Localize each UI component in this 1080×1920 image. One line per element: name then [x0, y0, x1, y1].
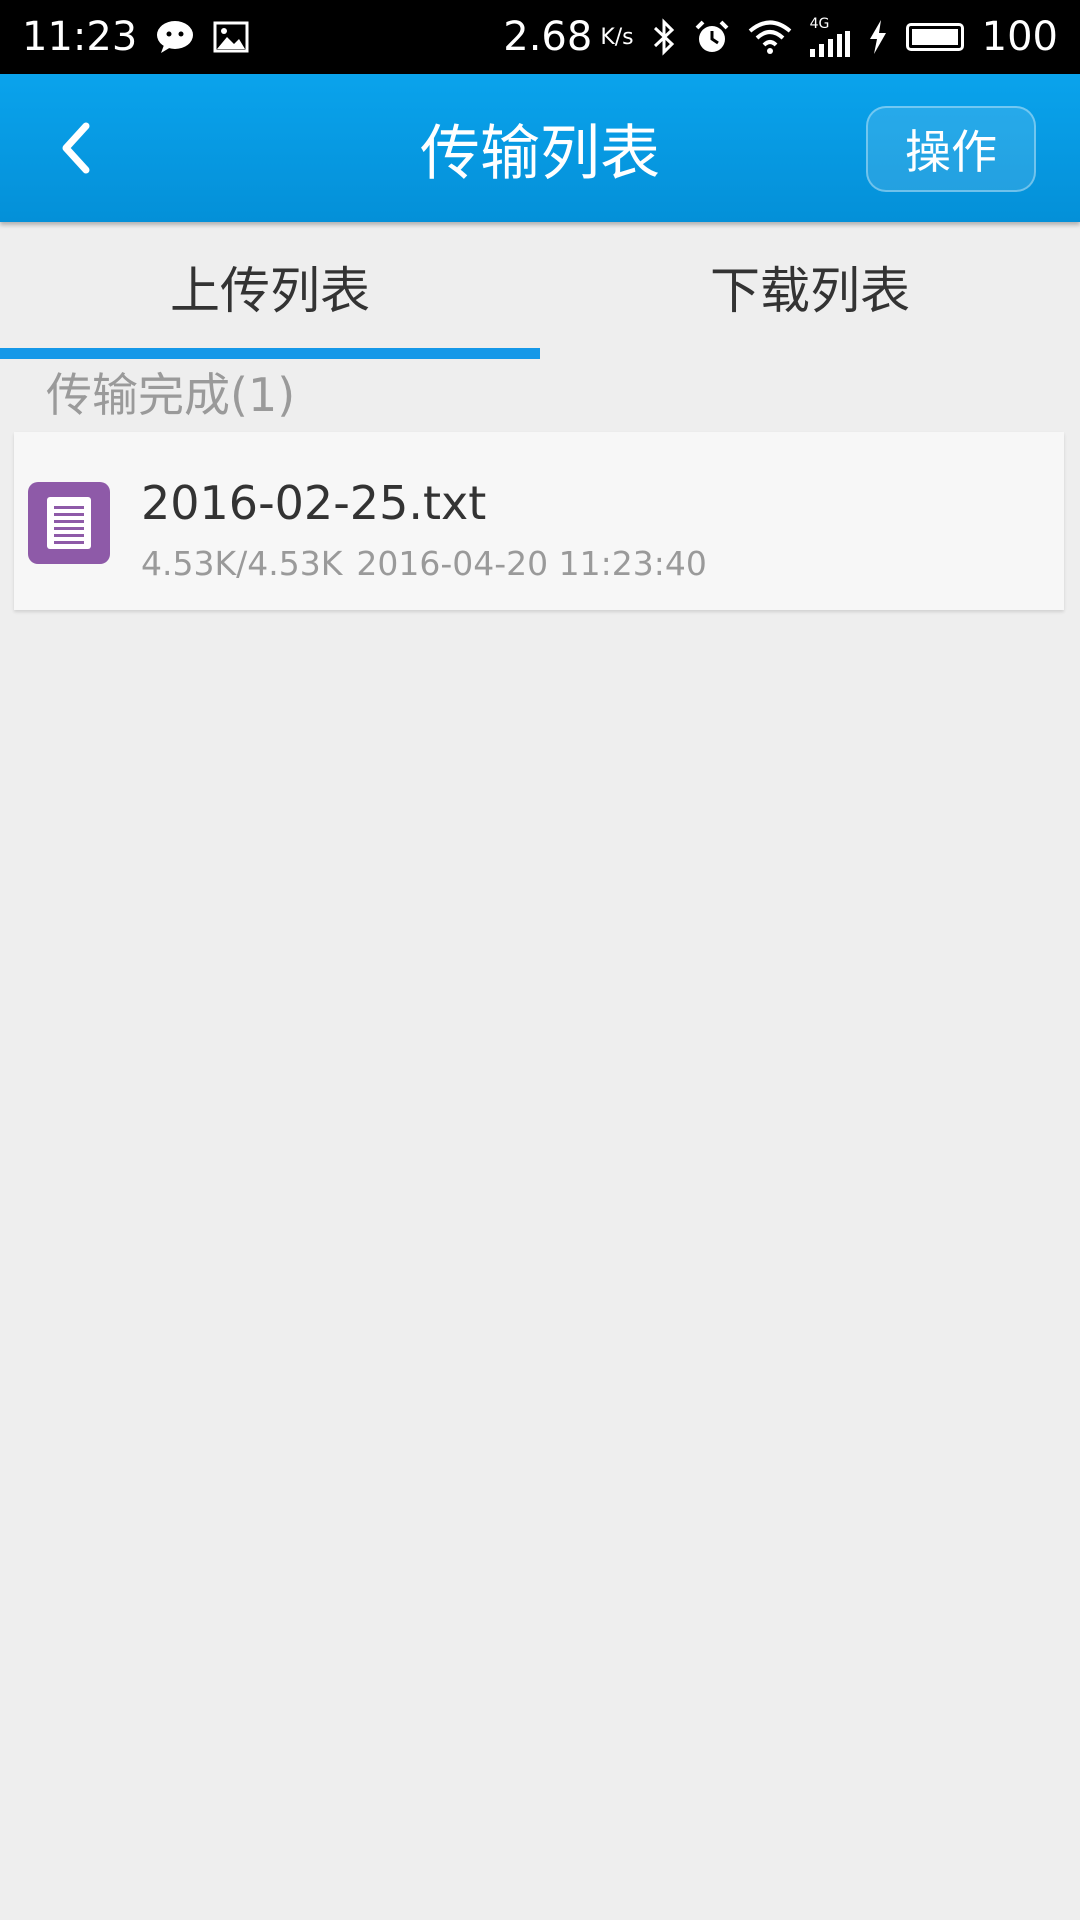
network-type: 4G — [809, 16, 830, 32]
chevron-left-icon — [62, 122, 90, 174]
battery-icon — [905, 23, 964, 51]
text-file-icon — [28, 482, 110, 564]
file-timestamp: 2016-04-20 11:23:40 — [356, 544, 707, 583]
tab-upload-list[interactable]: 上传列表 — [0, 222, 540, 352]
charging-icon — [868, 20, 888, 54]
tab-bar: 上传列表 下载列表 — [0, 222, 1080, 359]
list-item[interactable]: 2016-02-25.txt 4.53K/4.53K 2016-04-20 11:… — [14, 432, 1064, 610]
tab-download-list[interactable]: 下载列表 — [540, 222, 1080, 352]
image-icon — [213, 21, 249, 53]
net-speed: 2.68 — [503, 14, 593, 60]
back-button[interactable] — [40, 108, 110, 188]
wifi-icon — [748, 20, 792, 54]
status-bar: 11:23 2.68 K/s 4G 100 — [0, 0, 1080, 74]
status-bar-right: 2.68 K/s 4G 100 — [503, 0, 1058, 74]
file-meta: 4.53K/4.53K 2016-04-20 11:23:40 — [141, 544, 707, 583]
tab-active-indicator — [0, 348, 540, 359]
wechat-icon — [155, 19, 195, 55]
status-bar-left: 11:23 — [22, 0, 249, 74]
signal-icon: 4G — [809, 16, 850, 57]
alarm-icon — [694, 19, 730, 55]
net-speed-unit: K/s — [600, 24, 634, 50]
file-name: 2016-02-25.txt — [141, 476, 487, 530]
battery-level: 100 — [981, 14, 1058, 60]
file-size: 4.53K/4.53K — [141, 544, 343, 583]
operate-button[interactable]: 操作 — [866, 106, 1036, 192]
section-header-completed: 传输完成(1) — [46, 368, 296, 422]
bluetooth-icon — [652, 18, 676, 56]
status-time: 11:23 — [22, 14, 138, 60]
app-bar: 传输列表 操作 — [0, 74, 1080, 222]
